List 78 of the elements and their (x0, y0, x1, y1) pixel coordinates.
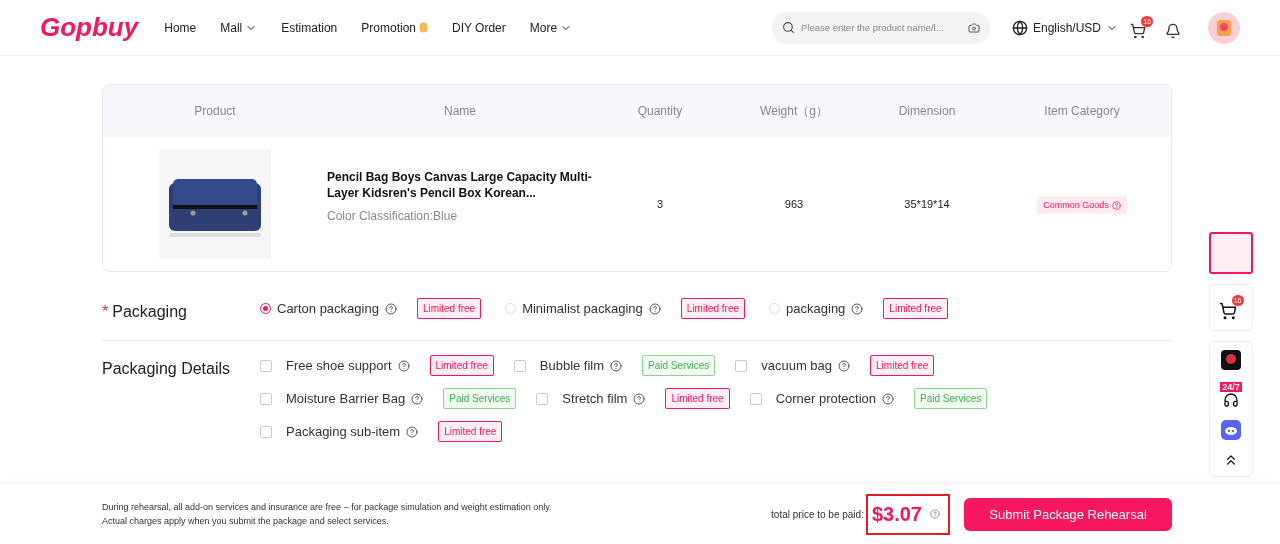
nav-link[interactable]: Estimation (281, 20, 338, 35)
limited-free-tag: Limited free (416, 298, 482, 319)
headset-icon (1223, 392, 1239, 408)
language-selector[interactable]: English/USD (1011, 19, 1118, 36)
help-icon (610, 359, 623, 372)
table-cell-text: 3 (655, 198, 665, 210)
search-input[interactable]: Please enter the product name/l... (800, 22, 962, 33)
column-header: Product (193, 104, 237, 118)
help-icon (648, 302, 661, 315)
nav-link[interactable]: Promotion (361, 20, 428, 35)
column-header: Name (443, 104, 477, 118)
notice-text: During rehearsal, all add-on services and insurance are free – for package simulation and weight estimation only. Actual charges apply when you submit the package and select services. (102, 501, 553, 528)
nav-link[interactable]: Mall (220, 20, 258, 35)
help-icon (882, 392, 895, 405)
globe-icon (1011, 19, 1028, 36)
limited-free-tag: Limited free (429, 355, 494, 376)
product-variant: Color Classification:Blue (327, 209, 459, 223)
checkbox[interactable] (536, 392, 549, 405)
paid-services-tag: Paid Services (443, 388, 517, 409)
total-price: $3.07 (871, 502, 922, 526)
submit-button[interactable]: Submit Package Rehearsal (964, 497, 1172, 531)
checkbox[interactable] (260, 425, 272, 438)
table-cell-text: 963 (783, 198, 805, 210)
help-icon (851, 302, 864, 315)
price-label: total price to be paid: (771, 508, 864, 520)
checkbox[interactable] (735, 359, 748, 372)
logo: Gopbuy (40, 12, 139, 43)
search-field[interactable]: Please enter the product name/l... (771, 11, 990, 44)
limited-free-tag: Limited free (870, 355, 935, 376)
help-icon (838, 359, 851, 372)
product-name: Pencil Bag Boys Canvas Large Capacity Multi-Layer Kidsren's Pencil Box Korean... (327, 169, 593, 201)
checkbox[interactable] (260, 392, 272, 405)
limited-free-tag: Limited free (883, 298, 948, 319)
column-header: Quantity (636, 104, 684, 118)
option-label: Moisture Barrier Bag (286, 391, 406, 406)
category-tag: Common Goods (1037, 196, 1127, 214)
help-icon (411, 392, 424, 405)
checkbox[interactable] (513, 359, 526, 372)
camera-icon (967, 21, 980, 34)
option-label: Carton packaging (277, 301, 379, 316)
table-cell-text: 35*19*14 (903, 198, 951, 210)
option-label: Packaging sub-item (286, 424, 401, 439)
avatar[interactable] (1208, 11, 1240, 44)
option-label: packaging (786, 301, 846, 316)
option-label: Minimalist packaging (522, 301, 643, 316)
option-label: Free shoe support (286, 358, 392, 373)
help-icon (406, 425, 419, 438)
nav-link[interactable]: DIY Order (452, 20, 506, 35)
help-icon (633, 392, 646, 405)
help-icon (384, 302, 397, 315)
chat-app-icon[interactable] (1221, 420, 1241, 440)
option-label: vacuum bag (761, 358, 833, 373)
search-icon (781, 21, 795, 34)
column-header: Weight（g） (759, 102, 829, 120)
section-label: Packaging (112, 302, 187, 322)
help-icon (1111, 200, 1121, 210)
app-icon[interactable] (1221, 350, 1241, 370)
required-mark: * (102, 302, 109, 322)
help-icon (930, 509, 940, 519)
limited-free-tag: Limited free (438, 421, 503, 442)
paid-services-tag: Paid Services (642, 355, 716, 376)
option-label: Bubble film (539, 358, 605, 373)
paid-services-tag: Paid Services (914, 388, 988, 409)
option-label: Corner protection (775, 391, 877, 406)
nav-link[interactable]: More (529, 20, 573, 35)
tv-icon[interactable] (1209, 232, 1253, 274)
help-icon (397, 359, 410, 372)
limited-free-tag: Limited free (680, 298, 746, 319)
support-button[interactable]: 24/7 (1220, 382, 1242, 408)
nav-link[interactable]: Home (164, 20, 197, 35)
column-header: Dimension (897, 104, 957, 118)
column-header: Item Category (1043, 104, 1121, 118)
limited-free-tag: Limited free (665, 388, 730, 409)
checkbox[interactable] (260, 359, 272, 372)
option-label: Stretch film (562, 391, 628, 406)
coin-icon (419, 22, 428, 33)
section-label: Packaging Details (102, 359, 231, 379)
checkbox[interactable] (749, 392, 762, 405)
